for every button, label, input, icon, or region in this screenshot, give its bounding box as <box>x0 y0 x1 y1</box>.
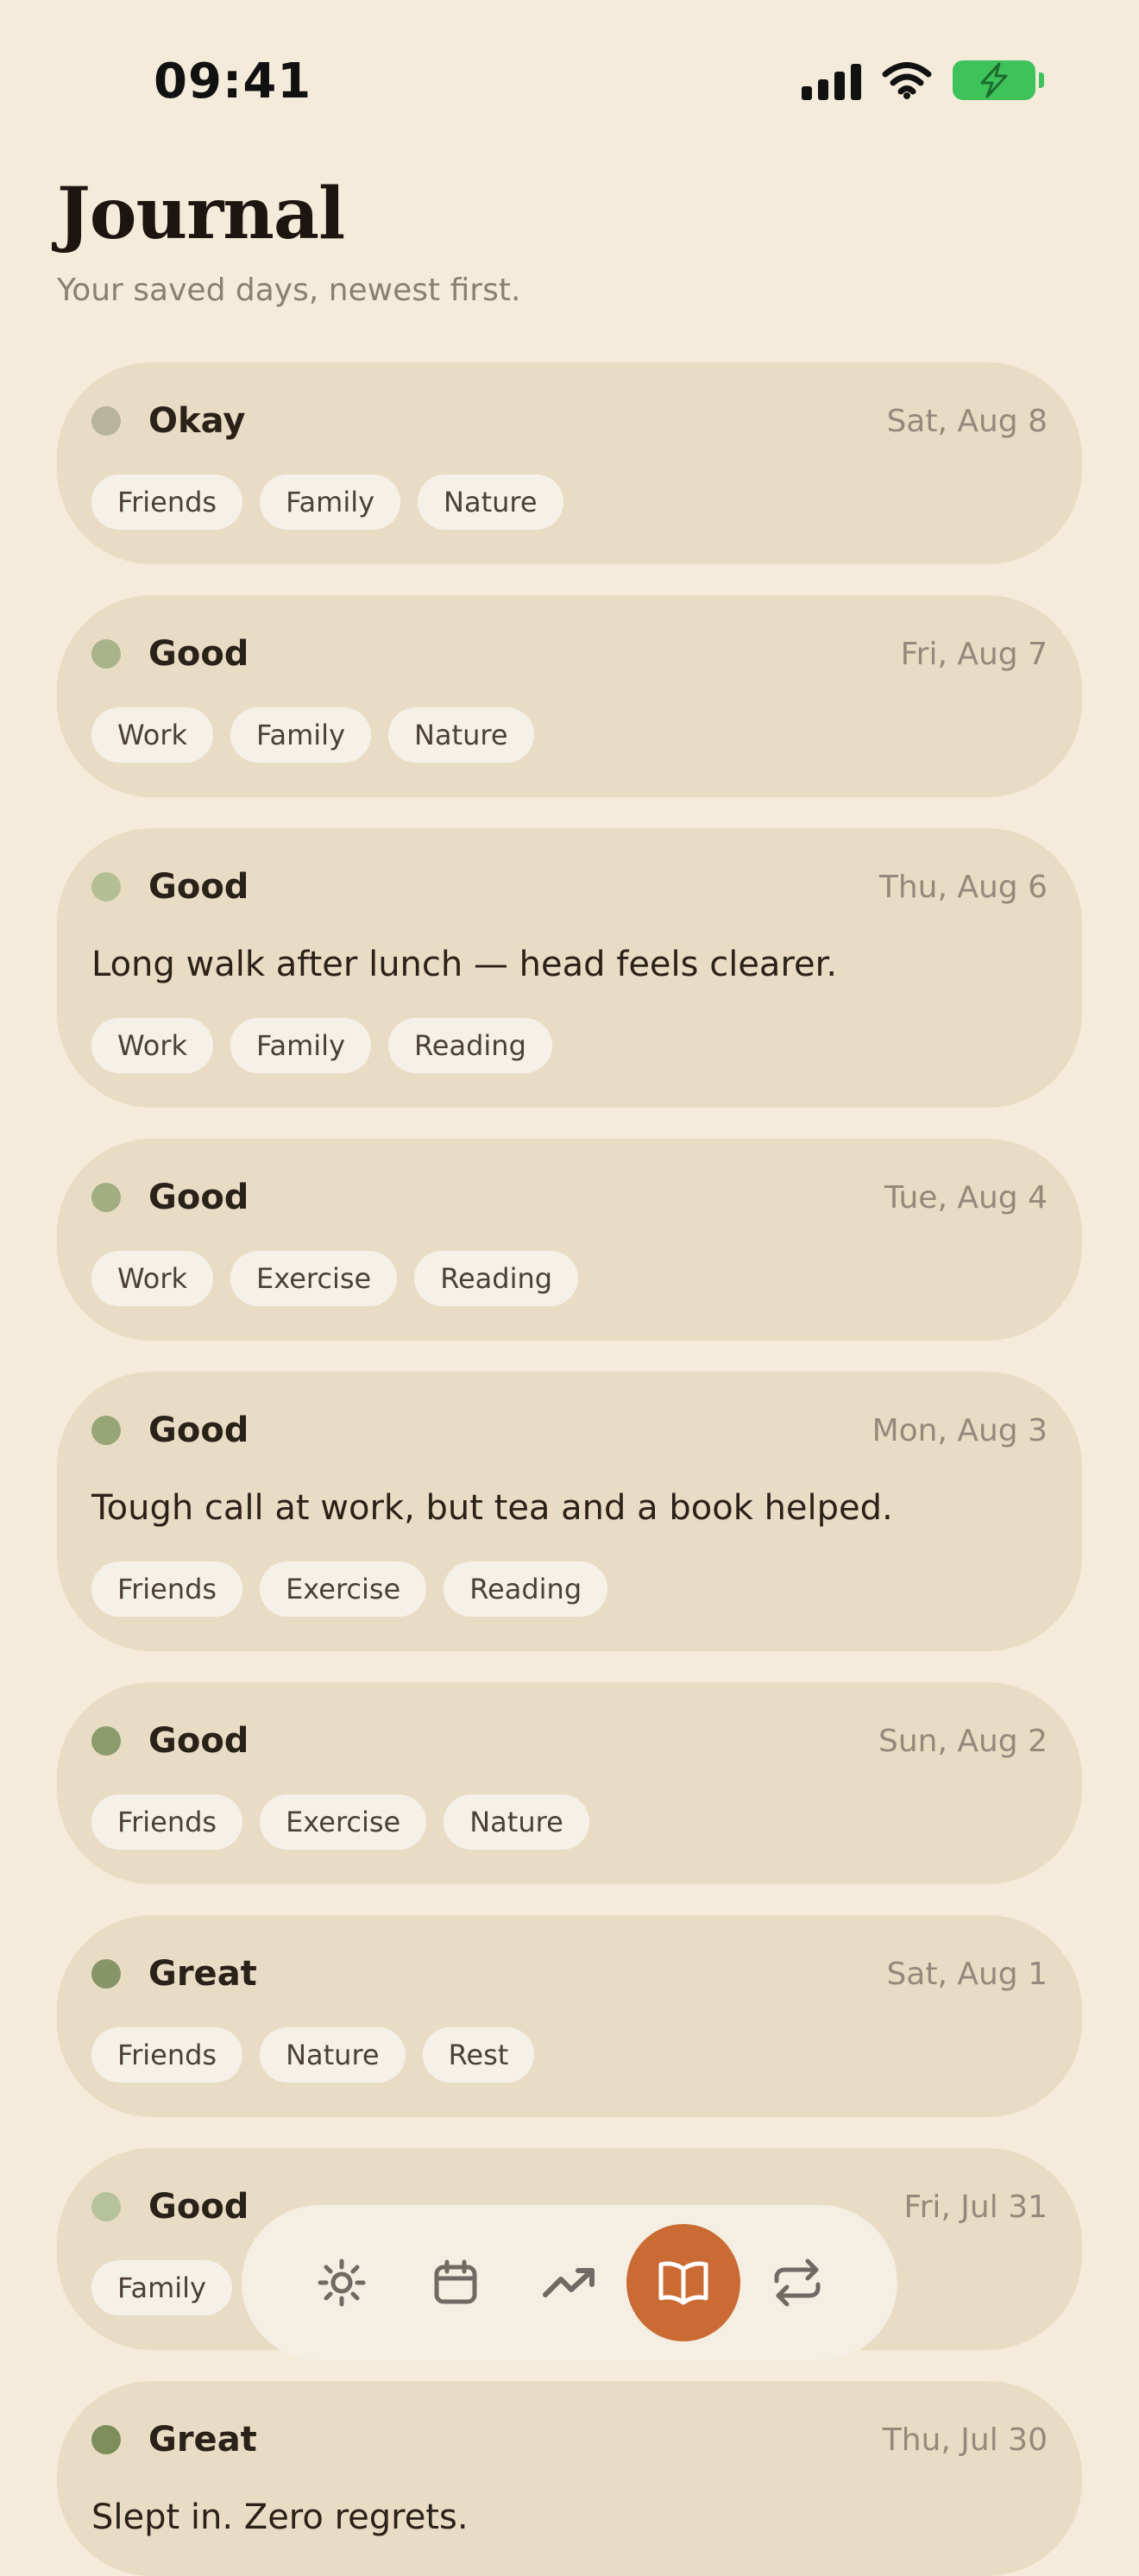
mood-label: Good <box>148 634 249 674</box>
mood-dot-icon <box>91 2192 121 2221</box>
entry-tags: Work Family Nature <box>91 707 1048 763</box>
mood-label: Good <box>148 2187 249 2227</box>
mood-label: Great <box>148 2420 257 2460</box>
repeat-icon <box>770 2257 825 2309</box>
book-icon <box>656 2257 711 2309</box>
charging-bolt-icon <box>980 62 1008 98</box>
calendar-icon <box>430 2257 481 2309</box>
status-icons <box>802 60 1044 100</box>
mood-dot-icon <box>91 1183 121 1212</box>
tag-chip: Friends <box>91 1561 243 1617</box>
journal-entry-card[interactable]: Good Mon, Aug 3 Tough call at work, but te… <box>57 1372 1082 1651</box>
tag-chip: Reading <box>444 1561 608 1617</box>
tag-chip: Reading <box>414 1251 579 1306</box>
entry-date: Fri, Aug 7 <box>900 636 1048 672</box>
mood-dot-icon <box>91 1959 121 1989</box>
tag-chip: Exercise <box>260 1561 427 1617</box>
nav-button-calendar[interactable] <box>399 2224 513 2341</box>
entry-tags: Friends Family Nature <box>91 474 1048 530</box>
nav-button-book[interactable] <box>626 2224 740 2341</box>
wifi-icon <box>882 62 932 99</box>
entry-date: Mon, Aug 3 <box>872 1412 1048 1448</box>
entry-date: Thu, Aug 6 <box>878 869 1048 905</box>
tag-chip: Work <box>91 1251 214 1306</box>
entry-date: Sat, Aug 8 <box>886 403 1048 439</box>
entry-date: Thu, Jul 30 <box>882 2422 1048 2458</box>
nav-button-sun[interactable] <box>285 2224 399 2341</box>
tag-chip: Friends <box>91 1794 243 1850</box>
trend-icon <box>542 2257 597 2309</box>
entry-tags: Friends Nature Rest <box>91 2027 1048 2083</box>
bottom-nav-bar <box>242 2205 897 2360</box>
tag-chip: Work <box>91 707 214 763</box>
nav-button-trend[interactable] <box>513 2224 626 2341</box>
entry-tags: Work Exercise Reading <box>91 1251 1048 1306</box>
mood-dot-icon <box>91 2425 121 2454</box>
battery-icon <box>953 60 1044 100</box>
journal-entry-card[interactable]: Good Sun, Aug 2 Friends Exercise Nature <box>57 1682 1082 1884</box>
entry-header: Good Fri, Aug 7 <box>91 633 1048 675</box>
journal-entry-card[interactable]: Good Tue, Aug 4 Work Exercise Reading <box>57 1139 1082 1341</box>
journal-entry-card[interactable]: Great Thu, Jul 30 Slept in. Zero regrets. <box>57 2381 1082 2576</box>
entry-header: Good Thu, Aug 6 <box>91 866 1048 908</box>
tag-chip: Family <box>260 474 401 530</box>
journal-entry-card[interactable]: Good Fri, Aug 7 Work Family Nature <box>57 595 1082 797</box>
entry-note: Long walk after lunch — head feels clear… <box>91 945 838 984</box>
mood-label: Great <box>148 1954 257 1994</box>
tag-chip: Rest <box>422 2027 535 2083</box>
entry-tags: Friends Exercise Nature <box>91 1794 1048 1850</box>
journal-entry-card[interactable]: Okay Sat, Aug 8 Friends Family Nature <box>57 362 1082 564</box>
entry-header: Good Mon, Aug 3 <box>91 1410 1048 1451</box>
entry-header: Great Sat, Aug 1 <box>91 1953 1048 1995</box>
entry-date: Tue, Aug 4 <box>884 1179 1048 1216</box>
journal-entry-card[interactable]: Good Thu, Aug 6 Long walk after lunch — he… <box>57 828 1082 1108</box>
mood-label: Good <box>148 1721 249 1761</box>
entry-tags: Work Family Reading <box>91 1018 1048 1073</box>
tag-chip: Exercise <box>260 1794 427 1850</box>
entry-tags: Friends Exercise Reading <box>91 1561 1048 1617</box>
tag-chip: Family <box>230 1018 371 1073</box>
mood-label: Good <box>148 1178 249 1217</box>
mood-dot-icon <box>91 1726 121 1756</box>
tag-chip: Nature <box>388 707 534 763</box>
mood-label: Good <box>148 1411 249 1450</box>
entry-note: Slept in. Zero regrets. <box>91 2497 469 2537</box>
entry-header: Okay Sat, Aug 8 <box>91 400 1048 442</box>
page-title: Journal <box>57 173 345 255</box>
tag-chip: Family <box>230 707 371 763</box>
mood-label: Okay <box>148 401 246 441</box>
tag-chip: Nature <box>260 2027 406 2083</box>
tag-chip: Nature <box>444 1794 589 1850</box>
entry-header: Great Thu, Jul 30 <box>91 2419 1048 2460</box>
entry-note: Tough call at work, but tea and a book h… <box>91 1488 893 1528</box>
entry-header: Good Tue, Aug 4 <box>91 1177 1048 1218</box>
entry-date: Fri, Jul 31 <box>903 2189 1048 2225</box>
tag-chip: Friends <box>91 474 243 530</box>
entry-header: Good Sun, Aug 2 <box>91 1720 1048 1762</box>
tag-chip: Nature <box>418 474 563 530</box>
entry-date: Sat, Aug 1 <box>886 1956 1048 1992</box>
sun-icon <box>316 2257 368 2309</box>
status-time: 09:41 <box>154 53 312 110</box>
mood-dot-icon <box>91 639 121 669</box>
mood-dot-icon <box>91 1416 121 1445</box>
status-bar: 09:41 <box>0 0 1139 164</box>
journal-entry-card[interactable]: Great Sat, Aug 1 Friends Nature Rest <box>57 1915 1082 2117</box>
tag-chip: Reading <box>388 1018 552 1073</box>
entry-date: Sun, Aug 2 <box>878 1723 1048 1759</box>
tag-chip: Family <box>91 2260 232 2315</box>
nav-button-repeat[interactable] <box>740 2224 854 2341</box>
tag-chip: Friends <box>91 2027 243 2083</box>
cellular-signal-icon <box>802 60 861 100</box>
mood-dot-icon <box>91 406 121 436</box>
tag-chip: Work <box>91 1018 214 1073</box>
page-subtitle: Your saved days, newest first. <box>57 273 521 308</box>
mood-dot-icon <box>91 872 121 902</box>
mood-label: Good <box>148 867 249 907</box>
tag-chip: Exercise <box>230 1251 398 1306</box>
